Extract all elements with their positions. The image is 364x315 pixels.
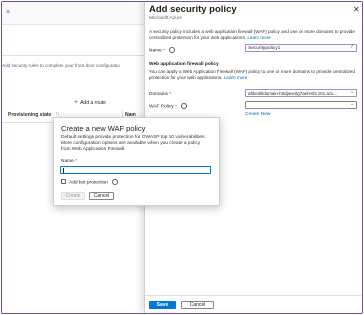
chevron-down-icon[interactable]: ⌄ — [350, 101, 354, 107]
info-icon[interactable] — [181, 103, 188, 109]
required-mark: * — [174, 104, 177, 110]
create-waf-policy-dialog: Create a new WAF policy Default settings… — [53, 117, 220, 206]
background-divider — [2, 55, 144, 56]
name-label: Name * — [149, 47, 176, 54]
domains-label: Domains * — [149, 92, 171, 97]
chevron-down-icon[interactable]: ⌄ — [350, 89, 354, 95]
bot-protection-label: Add bot protection — [69, 179, 119, 186]
column-provisioning-state[interactable]: Provisioning state — [8, 112, 51, 118]
plus-icon: + — [74, 99, 79, 106]
panel-footer-divider — [145, 295, 362, 296]
domains-dropdown[interactable]: afdentitldomain-h3djane0g7aehmf4.z01.azu… — [245, 89, 357, 97]
bot-protection-checkbox[interactable] — [61, 179, 66, 184]
required-mark: * — [163, 48, 166, 54]
required-mark: * — [169, 92, 172, 97]
learn-more-link[interactable]: Learn more — [247, 35, 271, 40]
add-route-button[interactable]: + Add a route — [74, 99, 106, 106]
name-label-text: Name — [149, 48, 162, 54]
text-cursor — [63, 168, 64, 173]
panel-subtitle: Microsoft Azure — [149, 16, 183, 21]
create-button[interactable]: Create — [61, 192, 85, 200]
waf-policy-label-text: WAF Policy — [149, 104, 174, 110]
bot-protection-label-text: Add bot protection — [69, 180, 108, 186]
valid-check-icon: ✓ — [350, 44, 355, 50]
app-frame: × Add security rules to complete your fr… — [1, 1, 363, 314]
waf-policy-name-input[interactable] — [60, 166, 211, 174]
add-route-label: Add a route — [80, 100, 106, 106]
waf-description-text: You can apply a Web Application Firewall… — [149, 69, 355, 80]
domains-label-text: Domains — [149, 92, 168, 97]
dialog-name-label-text: Name — [61, 159, 74, 164]
info-icon[interactable] — [112, 179, 119, 185]
cancel-button[interactable]: Cancel — [181, 301, 214, 309]
info-icon[interactable] — [169, 47, 176, 53]
dialog-name-label: Name * — [61, 159, 77, 164]
dialog-description: Default settings provide protection for … — [61, 135, 206, 152]
background-header — [2, 2, 144, 25]
dialog-title: Create a new WAF policy — [61, 124, 146, 133]
close-icon[interactable]: ✕ — [353, 5, 360, 14]
background-description: Add security rules to complete your fron… — [2, 63, 120, 68]
panel-description: A security policy includes a web applica… — [149, 29, 357, 41]
background-close-icon[interactable]: × — [6, 9, 10, 16]
required-mark: * — [75, 159, 78, 164]
save-button[interactable]: Save — [149, 301, 176, 309]
waf-section-heading: Web application firewall policy — [149, 62, 219, 67]
dialog-cancel-button[interactable]: Cancel — [89, 192, 114, 200]
waf-policy-label: WAF Policy * — [149, 103, 188, 110]
panel-title: Add security policy — [149, 4, 237, 15]
waf-learn-more-link[interactable]: Learn more — [224, 75, 248, 80]
policy-name-input[interactable]: Securitypolicy1 — [245, 44, 357, 52]
create-new-link[interactable]: Create New — [245, 112, 270, 117]
waf-description: You can apply a Web Application Firewall… — [149, 69, 357, 81]
waf-policy-dropdown[interactable] — [245, 101, 357, 109]
